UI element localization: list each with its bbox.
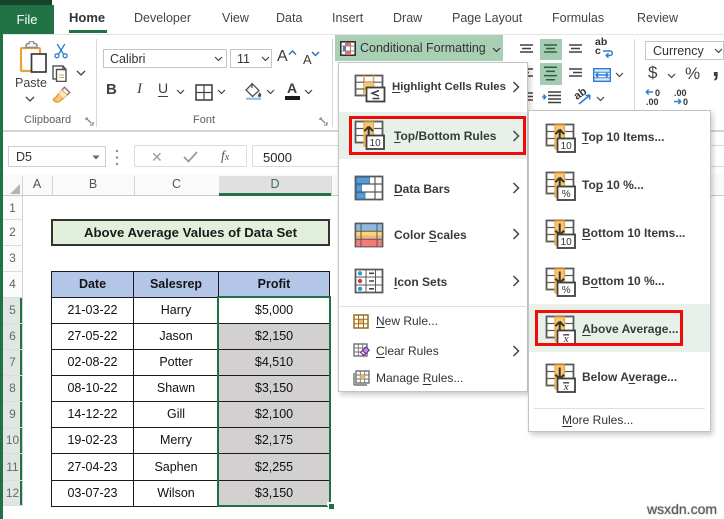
svg-text:.00: .00 (646, 97, 659, 106)
svg-text:%: % (562, 285, 571, 296)
svg-text:%: % (562, 189, 571, 200)
svg-text:10: 10 (561, 141, 573, 152)
svg-text:0: 0 (683, 97, 688, 106)
svg-text:10: 10 (561, 237, 573, 248)
